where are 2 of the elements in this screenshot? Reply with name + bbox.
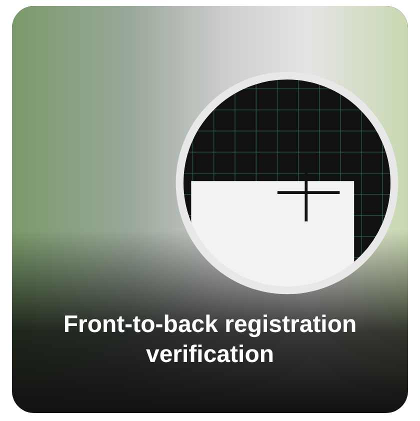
card-background[interactable]: Front-to-back registration verification bbox=[12, 6, 408, 413]
card-caption: Front-to-back registration verification bbox=[62, 310, 358, 370]
